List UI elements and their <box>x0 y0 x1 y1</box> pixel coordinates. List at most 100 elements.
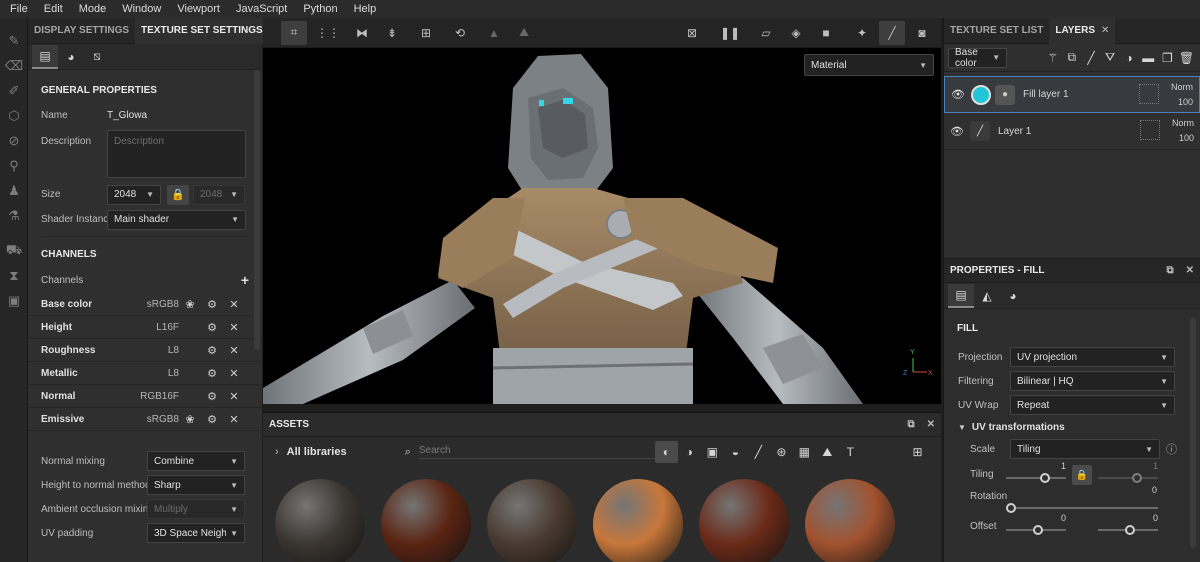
opacity-value[interactable]: 100 <box>1171 95 1193 110</box>
tiling-u-slider[interactable] <box>1006 471 1066 485</box>
filtering-dropdown[interactable]: Bilinear | HQ ▼ <box>1010 371 1175 391</box>
pause-icon[interactable]: ❚❚ <box>717 21 743 45</box>
tab-texture-set-list[interactable]: TEXTURE SET LIST <box>944 18 1049 44</box>
blend-mode-value[interactable]: Norm <box>1172 116 1194 131</box>
channel-row[interactable]: Roughness L8 ⚙ ✕ <box>28 339 262 362</box>
filter-materials-icon[interactable]: ◐ <box>654 441 678 463</box>
rotation-value[interactable]: 0 <box>1152 485 1157 495</box>
description-field[interactable]: Description <box>107 130 246 178</box>
channel-row[interactable]: Normal RGB16F ⚙ ✕ <box>28 385 262 408</box>
channel-row[interactable]: Metallic L8 ⚙ ✕ <box>28 362 262 385</box>
filter-fonts-icon[interactable]: T <box>839 441 862 463</box>
filter-brushes-icon[interactable]: ╱ <box>747 441 770 463</box>
dropper-icon[interactable]: ⚗ <box>0 203 28 228</box>
menu-help[interactable]: Help <box>346 3 385 15</box>
filter-masks-icon[interactable]: ▣ <box>701 441 724 463</box>
remove-channel-icon[interactable]: ✕ <box>223 413 245 426</box>
menu-file[interactable]: File <box>2 3 36 15</box>
filter-environments-icon[interactable]: ⛰ <box>816 441 839 463</box>
menu-python[interactable]: Python <box>295 3 345 15</box>
projection-dropdown[interactable]: UV projection ▼ <box>1010 347 1175 367</box>
close-icon[interactable]: ✕ <box>1101 25 1109 36</box>
tiling-v-slider[interactable] <box>1098 471 1158 485</box>
settings-list-icon[interactable]: ▤ <box>32 44 58 69</box>
visibility-eye-icon[interactable]: 👁 <box>951 88 965 101</box>
close-icon[interactable]: ✕ <box>927 419 935 430</box>
add-mask-icon[interactable]: ⧉ <box>1062 47 1081 69</box>
layer-name[interactable]: Fill layer 1 <box>1023 89 1193 100</box>
clone-icon[interactable]: ⚲ <box>0 153 28 178</box>
brush-icon[interactable]: ╱ <box>879 20 905 45</box>
lock-icon[interactable]: 🔒 <box>1072 465 1092 485</box>
smudge-icon[interactable]: ⊘ <box>0 128 28 153</box>
scale-dropdown[interactable]: Tiling ▼ <box>1010 439 1160 459</box>
filter-particles-icon[interactable]: ⊛ <box>770 441 793 463</box>
channel-settings-icon[interactable]: ⚙ <box>201 390 223 403</box>
channel-settings-icon[interactable]: ⚙ <box>201 321 223 334</box>
grid-icon[interactable]: ⋮⋮ <box>315 21 341 45</box>
channel-format[interactable]: RGB16F <box>131 391 179 402</box>
add-channel-icon[interactable]: + <box>241 272 249 288</box>
material-thumbnail[interactable] <box>487 479 577 562</box>
particles-icon[interactable]: ✦ <box>849 21 875 45</box>
material-mode-icon[interactable]: ◭ <box>974 284 1000 308</box>
filter-smart-materials-icon[interactable]: ◑ <box>678 441 701 463</box>
menu-window[interactable]: Window <box>114 3 169 15</box>
remove-channel-icon[interactable]: ✕ <box>223 367 245 380</box>
height-normal-dropdown[interactable]: Sharp ▼ <box>147 475 245 495</box>
offset-u-slider[interactable] <box>1006 523 1066 537</box>
info-icon[interactable]: ⓘ <box>1166 441 1177 457</box>
tiling-v-value[interactable]: 1 <box>1153 461 1158 471</box>
channel-format[interactable]: sRGB8 <box>131 299 179 310</box>
size-dropdown[interactable]: 2048 ▼ <box>107 184 161 205</box>
mountain-icon[interactable]: ▲ <box>481 21 507 45</box>
channel-format[interactable]: L16F <box>131 322 179 333</box>
offset-v-value[interactable]: 0 <box>1153 513 1158 523</box>
channel-row[interactable]: Base color sRGB8 ❀ ⚙ ✕ <box>28 293 262 316</box>
search-input[interactable]: Search <box>418 445 655 459</box>
normal-mixing-dropdown[interactable]: Combine ▼ <box>147 451 245 471</box>
material-mode-dropdown[interactable]: Material ▼ <box>804 54 934 76</box>
channel-format[interactable]: L8 <box>131 345 179 356</box>
left-panel-scrollbar[interactable] <box>254 70 260 350</box>
channel-format[interactable]: sRGB8 <box>131 414 179 425</box>
color-paint-icon[interactable]: ❀ <box>179 298 201 311</box>
shader-dropdown[interactable]: Main shader ▼ <box>107 209 246 230</box>
history-icon[interactable]: ⟲ <box>447 21 473 45</box>
uv-padding-dropdown[interactable]: 3D Space Neighbor▼ <box>147 523 245 543</box>
viewport-3d[interactable]: Y Z X Material ▼ <box>263 48 941 404</box>
channel-row[interactable]: Height L16F ⚙ ✕ <box>28 316 262 339</box>
tiling-u-value[interactable]: 1 <box>1061 461 1066 471</box>
uv-mesh-icon[interactable]: ⧅ <box>84 45 110 69</box>
remove-channel-icon[interactable]: ✕ <box>223 321 245 334</box>
maximize-icon[interactable]: ⧉ <box>1166 265 1173 276</box>
material-thumbnail[interactable] <box>275 479 365 562</box>
tab-texture-set-settings[interactable]: TEXTURE SET SETTINGS✕ <box>135 17 284 44</box>
remove-channel-icon[interactable]: ✕ <box>223 344 245 357</box>
offset-u-value[interactable]: 0 <box>1061 513 1066 523</box>
properties-scrollbar[interactable] <box>1190 318 1196 548</box>
chevron-right-icon[interactable]: › <box>275 446 279 458</box>
name-value[interactable]: T_Glowa <box>107 110 147 121</box>
geometry-fill-icon[interactable]: ⬡ <box>0 103 28 128</box>
menu-mode[interactable]: Mode <box>71 3 115 15</box>
mountain-settings-icon[interactable]: ⛰ <box>511 21 537 45</box>
color-paint-icon[interactable]: ❀ <box>179 413 201 426</box>
camera-video-icon[interactable]: ■ <box>813 21 839 45</box>
layer-channel-dropdown[interactable]: Base color ▼ <box>948 47 1008 69</box>
menu-javascript[interactable]: JavaScript <box>228 3 295 15</box>
duplicate-layer-icon[interactable]: ❐ <box>1158 47 1177 69</box>
projection-icon[interactable]: ✐ <box>0 78 28 103</box>
remove-channel-icon[interactable]: ✕ <box>223 298 245 311</box>
material-thumbnail[interactable] <box>805 479 895 562</box>
selection-icon[interactable]: ⌗ <box>281 20 307 45</box>
menu-edit[interactable]: Edit <box>36 3 71 15</box>
channel-settings-icon[interactable]: ⚙ <box>201 413 223 426</box>
bake-icon[interactable]: ⛟ <box>0 238 28 263</box>
maximize-icon[interactable]: ⧉ <box>907 419 914 430</box>
blend-mode-value[interactable]: Norm <box>1171 80 1193 95</box>
cube-icon[interactable]: ◈ <box>783 21 809 45</box>
export-icon[interactable]: ▣ <box>0 288 28 313</box>
channel-settings-icon[interactable]: ⚙ <box>201 367 223 380</box>
layer-mask-slot[interactable] <box>1139 84 1159 104</box>
